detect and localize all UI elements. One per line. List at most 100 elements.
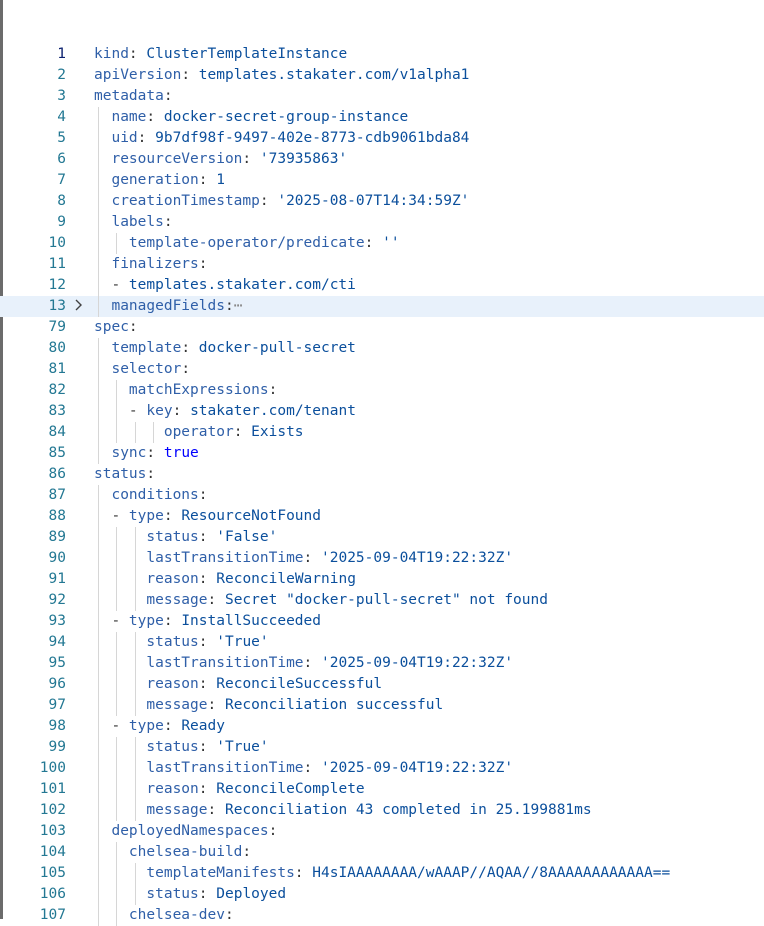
code-line[interactable]: 92 message: Secret "docker-pull-secret" … (0, 590, 764, 611)
indent-guide (98, 212, 99, 233)
yaml-key: creationTimestamp (111, 193, 260, 209)
code-line[interactable]: 79 spec: (0, 317, 764, 338)
line-number: 100 (39, 760, 66, 776)
code-line[interactable]: 104 chelsea-build: (0, 842, 764, 863)
code-line[interactable]: 93 - type: InstallSucceeded (0, 611, 764, 632)
yaml-key: status (94, 466, 147, 482)
code-line[interactable]: 83 - key: stakater.com/tenant (0, 401, 764, 422)
code-line[interactable]: 97 message: Reconciliation successful (0, 695, 764, 716)
code-line[interactable]: 85 sync: true (0, 443, 764, 464)
code-line[interactable]: 8 creationTimestamp: '2025-08-07T14:34:5… (0, 191, 764, 212)
indent-guide (116, 548, 118, 569)
code-line[interactable]: 9 labels: (0, 212, 764, 233)
indent-guide (98, 128, 99, 149)
code-line[interactable]: 90 lastTransitionTime: '2025-09-04T19:22… (0, 548, 764, 569)
code-line[interactable]: 13 managedFields:⋯ (0, 296, 764, 317)
code-line[interactable]: 106 status: Deployed (0, 884, 764, 905)
line-number: 85 (48, 445, 66, 461)
code-line[interactable]: 107 chelsea-dev: (0, 905, 764, 926)
code-line[interactable]: 11 finalizers: (0, 254, 764, 275)
code-line[interactable]: 95 lastTransitionTime: '2025-09-04T19:22… (0, 653, 764, 674)
code-line[interactable]: 103 deployedNamespaces: (0, 821, 764, 842)
code-line[interactable]: 88 - type: ResourceNotFound (0, 506, 764, 527)
line-number: 4 (57, 109, 66, 125)
yaml-key: lastTransitionTime (146, 655, 304, 671)
code-line[interactable]: 86 status: (0, 464, 764, 485)
code-line[interactable]: 1 kind: ClusterTemplateInstance (0, 44, 764, 65)
code-text: sync: true (111, 445, 199, 461)
indent-guide (98, 149, 99, 170)
code-text: chelsea-build: (128, 844, 252, 860)
yaml-value: Reconciliation 43 completed in 25.199881… (224, 802, 592, 818)
indent-guide (98, 548, 99, 569)
code-line[interactable]: 80 template: docker-pull-secret (0, 338, 764, 359)
yaml-key: reason (146, 781, 199, 797)
code-line[interactable]: 96 reason: ReconcileSuccessful (0, 674, 764, 695)
yaml-value: true (163, 445, 199, 461)
yaml-value: Exists (251, 424, 304, 440)
code-line[interactable]: 102 message: Reconciliation 43 completed… (0, 800, 764, 821)
indent-guide (116, 653, 118, 674)
indent-guide (134, 884, 136, 905)
indent-guide (98, 632, 99, 653)
yaml-key: message (146, 592, 208, 608)
code-line[interactable]: 7 generation: 1 (0, 170, 764, 191)
code-line[interactable]: 6 resourceVersion: '73935863' (0, 149, 764, 170)
code-text: operator: Exists (163, 424, 304, 440)
indent-guide (116, 884, 118, 905)
indent-guide (98, 485, 99, 506)
code-line[interactable]: 10 template-operator/predicate: '' (0, 233, 764, 254)
indent-guide (134, 422, 136, 443)
code-line[interactable]: 101 reason: ReconcileComplete (0, 779, 764, 800)
line-number: 12 (48, 277, 66, 293)
code-line[interactable]: 99 status: 'True' (0, 737, 764, 758)
code-line[interactable]: 81 selector: (0, 359, 764, 380)
code-line[interactable]: 94 status: 'True' (0, 632, 764, 653)
line-number: 86 (48, 466, 66, 482)
indent-guide (134, 758, 136, 779)
yaml-key: status (146, 634, 199, 650)
line-number: 101 (39, 781, 66, 797)
code-line[interactable]: 84 operator: Exists (0, 422, 764, 443)
code-line[interactable]: 3 metadata: (0, 86, 764, 107)
line-number: 84 (48, 424, 66, 440)
line-number: 92 (48, 592, 66, 608)
yaml-editor[interactable]: 1 kind: ClusterTemplateInstance 2 apiVersio… (0, 44, 764, 926)
line-number: 94 (48, 634, 66, 650)
code-line[interactable]: 5 uid: 9b7df98f-9497-402e-8773-cdb9061bd… (0, 128, 764, 149)
indent-guide (98, 107, 99, 128)
yaml-value: ReconcileComplete (216, 781, 365, 797)
indent-guide (98, 590, 99, 611)
indent-guide (98, 863, 99, 884)
code-line[interactable]: 2 apiVersion: templates.stakater.com/v1al… (0, 65, 764, 86)
code-text: status: Deployed (146, 886, 287, 902)
yaml-value: templates.stakater.com/cti (128, 277, 356, 293)
yaml-key: lastTransitionTime (146, 550, 304, 566)
line-number: 107 (39, 907, 66, 923)
code-line[interactable]: 98 - type: Ready (0, 716, 764, 737)
code-text: lastTransitionTime: '2025-09-04T19:22:32… (146, 760, 514, 776)
code-line[interactable]: 4 name: docker-secret-group-instance (0, 107, 764, 128)
code-text: finalizers: (111, 256, 208, 272)
code-line[interactable]: 100 lastTransitionTime: '2025-09-04T19:2… (0, 758, 764, 779)
indent-guide (98, 779, 99, 800)
indent-guide (98, 695, 99, 716)
folded-ellipsis[interactable]: ⋯ (234, 298, 243, 314)
indent-guide (153, 422, 155, 443)
yaml-key: generation (111, 172, 199, 188)
code-line[interactable]: 87 conditions: (0, 485, 764, 506)
yaml-value: Deployed (216, 886, 287, 902)
code-line[interactable]: 82 matchExpressions: (0, 380, 764, 401)
chevron-right-icon[interactable] (74, 296, 90, 317)
code-line[interactable]: 105 templateManifests: H4sIAAAAAAAA/wAAA… (0, 863, 764, 884)
code-line[interactable]: 91 reason: ReconcileWarning (0, 569, 764, 590)
yaml-value: H4sIAAAAAAAA/wAAAP//AQAA//8AAAAAAAAAAAA=… (312, 865, 671, 881)
indent-guide (98, 170, 99, 191)
yaml-key: resourceVersion (111, 151, 243, 167)
line-number: 80 (48, 340, 66, 356)
yaml-value: '' (382, 235, 400, 251)
code-line[interactable]: 12 - templates.stakater.com/cti (0, 275, 764, 296)
code-line[interactable]: 89 status: 'False' (0, 527, 764, 548)
code-text: lastTransitionTime: '2025-09-04T19:22:32… (146, 550, 514, 566)
line-number: 97 (48, 697, 66, 713)
